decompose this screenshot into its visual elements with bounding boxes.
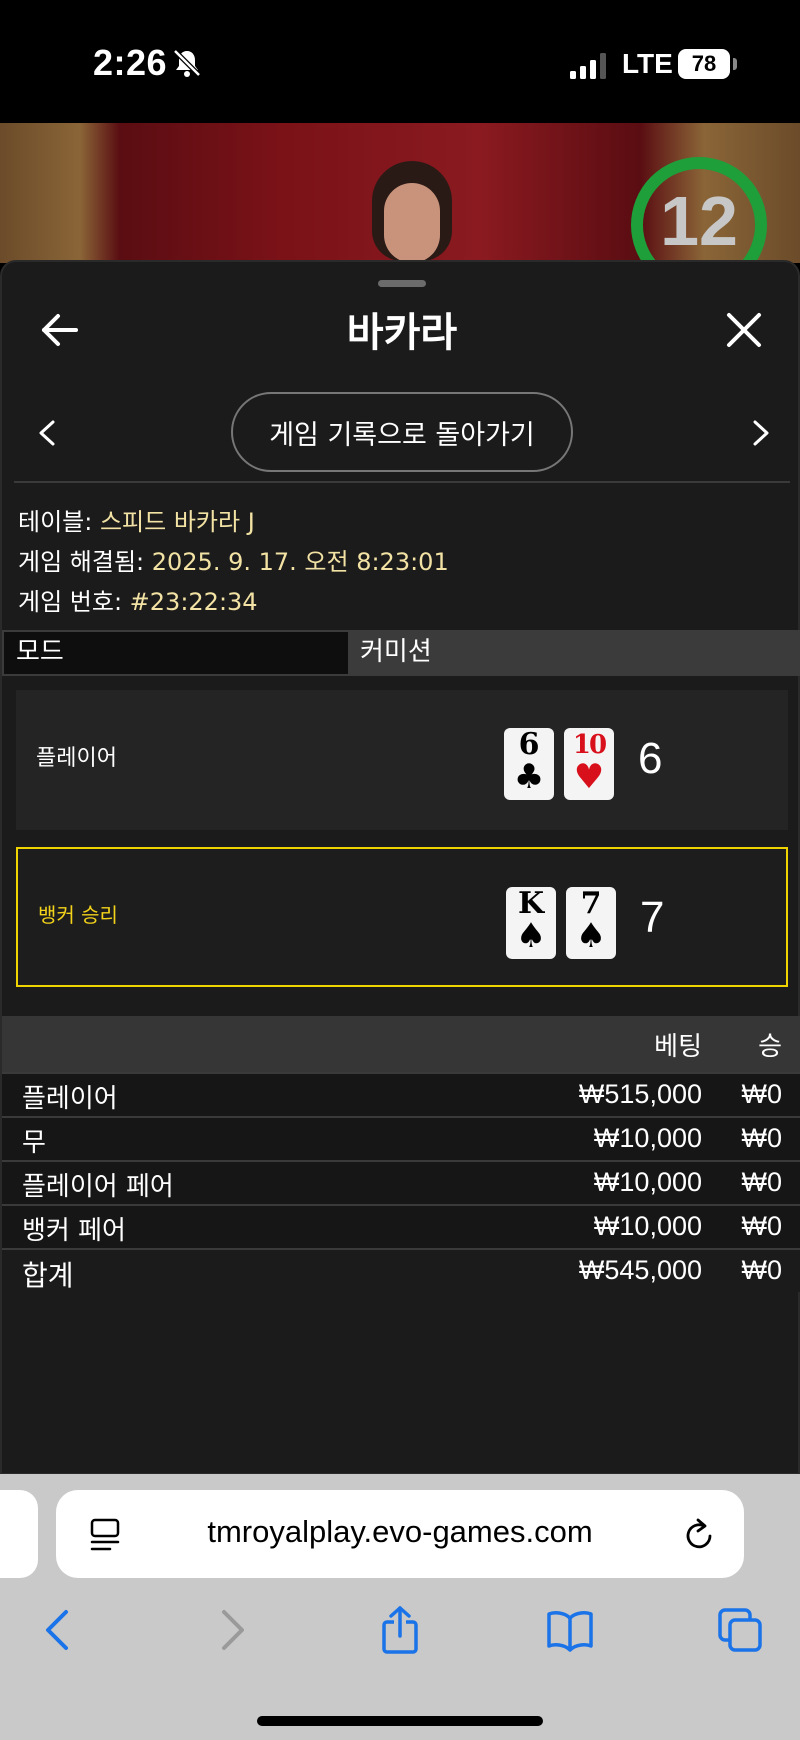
win-column-header: 승 [758, 1032, 782, 1062]
bet-name: 플레이어 [22, 1084, 118, 1114]
player-total: 6 [638, 734, 663, 783]
share-icon[interactable] [376, 1606, 424, 1654]
table-label: 테이블: [18, 508, 100, 536]
player-card-2: 10 ♥ [564, 728, 614, 800]
bet-amount: ₩10,000 [593, 1123, 702, 1153]
player-hand: 플레이어 6 ♣ 10 ♥ 6 [16, 690, 788, 830]
home-indicator[interactable] [257, 1716, 543, 1726]
heart-suit-icon: ♥ [573, 757, 605, 797]
live-video: 12 [0, 123, 800, 263]
sheet-grabber[interactable] [378, 280, 426, 287]
game-table-info: 테이블: 스피드 바카라 J [18, 502, 255, 537]
mode-value: 커미션 [360, 637, 432, 667]
battery-icon [733, 58, 737, 70]
table-row: 뱅커 페어 ₩10,000 ₩0 [2, 1204, 800, 1248]
banker-card-1: K ♠ [506, 887, 556, 959]
tabs-icon[interactable] [716, 1606, 764, 1654]
game-history-panel: 바카라 게임 기록으로 돌아가기 테이블: 스피드 바카라 J 게임 해결됨: … [0, 260, 800, 1475]
url-text[interactable]: tmroyalplay.evo-games.com [56, 1514, 744, 1550]
status-bar: 2:26 LTE 78 [0, 0, 800, 123]
close-icon[interactable] [724, 310, 764, 350]
signal-icon [570, 53, 606, 79]
banker-card-2: 7 ♠ [566, 887, 616, 959]
resolved-value: 2025. 9. 17. 오전 8:23:01 [151, 548, 449, 576]
battery-level: 78 [678, 49, 730, 79]
status-time: 2:26 [93, 42, 168, 83]
win-amount: ₩0 [741, 1123, 783, 1153]
table-row: 플레이어 페어 ₩10,000 ₩0 [2, 1160, 800, 1204]
bet-name: 플레이어 페어 [22, 1172, 174, 1202]
bet-amount: ₩10,000 [593, 1167, 702, 1197]
bet-name: 무 [22, 1128, 46, 1158]
number-label: 게임 번호: [18, 588, 130, 616]
bet-amount: ₩10,000 [593, 1211, 702, 1241]
total-bet-amount: ₩545,000 [578, 1255, 702, 1285]
total-row: 합계 ₩545,000 ₩0 [2, 1248, 800, 1292]
spade-suit-icon: ♠ [515, 916, 547, 956]
player-card-1: 6 ♣ [504, 728, 554, 800]
win-amount: ₩0 [741, 1167, 783, 1197]
forward-icon[interactable] [208, 1606, 256, 1654]
game-number-info: 게임 번호: #23:22:34 [18, 582, 258, 617]
table-row: 무 ₩10,000 ₩0 [2, 1116, 800, 1160]
bets-table-header: 베팅 승 [2, 1016, 800, 1072]
mode-row: 모드 커미션 [2, 630, 800, 676]
mode-label: 모드 [4, 632, 348, 674]
chevron-right-icon[interactable] [750, 418, 772, 448]
win-amount: ₩0 [741, 1079, 783, 1109]
resolved-label: 게임 해결됨: [18, 548, 152, 576]
banker-total: 7 [640, 893, 665, 942]
back-icon[interactable] [34, 1606, 82, 1654]
player-label: 플레이어 [36, 746, 117, 771]
club-suit-icon: ♣ [513, 757, 545, 797]
back-to-history-button[interactable]: 게임 기록으로 돌아가기 [231, 392, 573, 472]
number-value: #23:22:34 [129, 588, 258, 616]
bookmarks-icon[interactable] [546, 1606, 594, 1654]
total-win-amount: ₩0 [741, 1255, 783, 1285]
network-type: LTE [622, 48, 673, 79]
table-value: 스피드 바카라 J [99, 508, 255, 536]
game-resolved-info: 게임 해결됨: 2025. 9. 17. 오전 8:23:01 [18, 542, 449, 577]
dealer-face [384, 183, 440, 263]
table-row: 플레이어 ₩515,000 ₩0 [2, 1072, 800, 1116]
bet-column-header: 베팅 [654, 1032, 702, 1062]
chevron-left-icon[interactable] [36, 418, 58, 448]
browser-toolbar: tmroyalplay.evo-games.com [0, 1474, 800, 1740]
banker-hand: 뱅커 승리 K ♠ 7 ♠ 7 [16, 847, 788, 987]
win-amount: ₩0 [741, 1211, 783, 1241]
page-title: 바카라 [346, 310, 458, 356]
spade-suit-icon: ♠ [575, 916, 607, 956]
divider [14, 481, 790, 483]
bet-name: 뱅커 페어 [22, 1216, 126, 1246]
reload-icon[interactable] [682, 1516, 716, 1554]
banker-win-label: 뱅커 승리 [38, 903, 118, 927]
previous-tab[interactable] [0, 1490, 38, 1578]
bell-slash-icon [173, 49, 201, 77]
address-bar[interactable]: tmroyalplay.evo-games.com [56, 1490, 744, 1578]
countdown-timer: 12 [660, 182, 738, 260]
total-label: 합계 [22, 1259, 74, 1292]
bet-amount: ₩515,000 [578, 1079, 702, 1109]
